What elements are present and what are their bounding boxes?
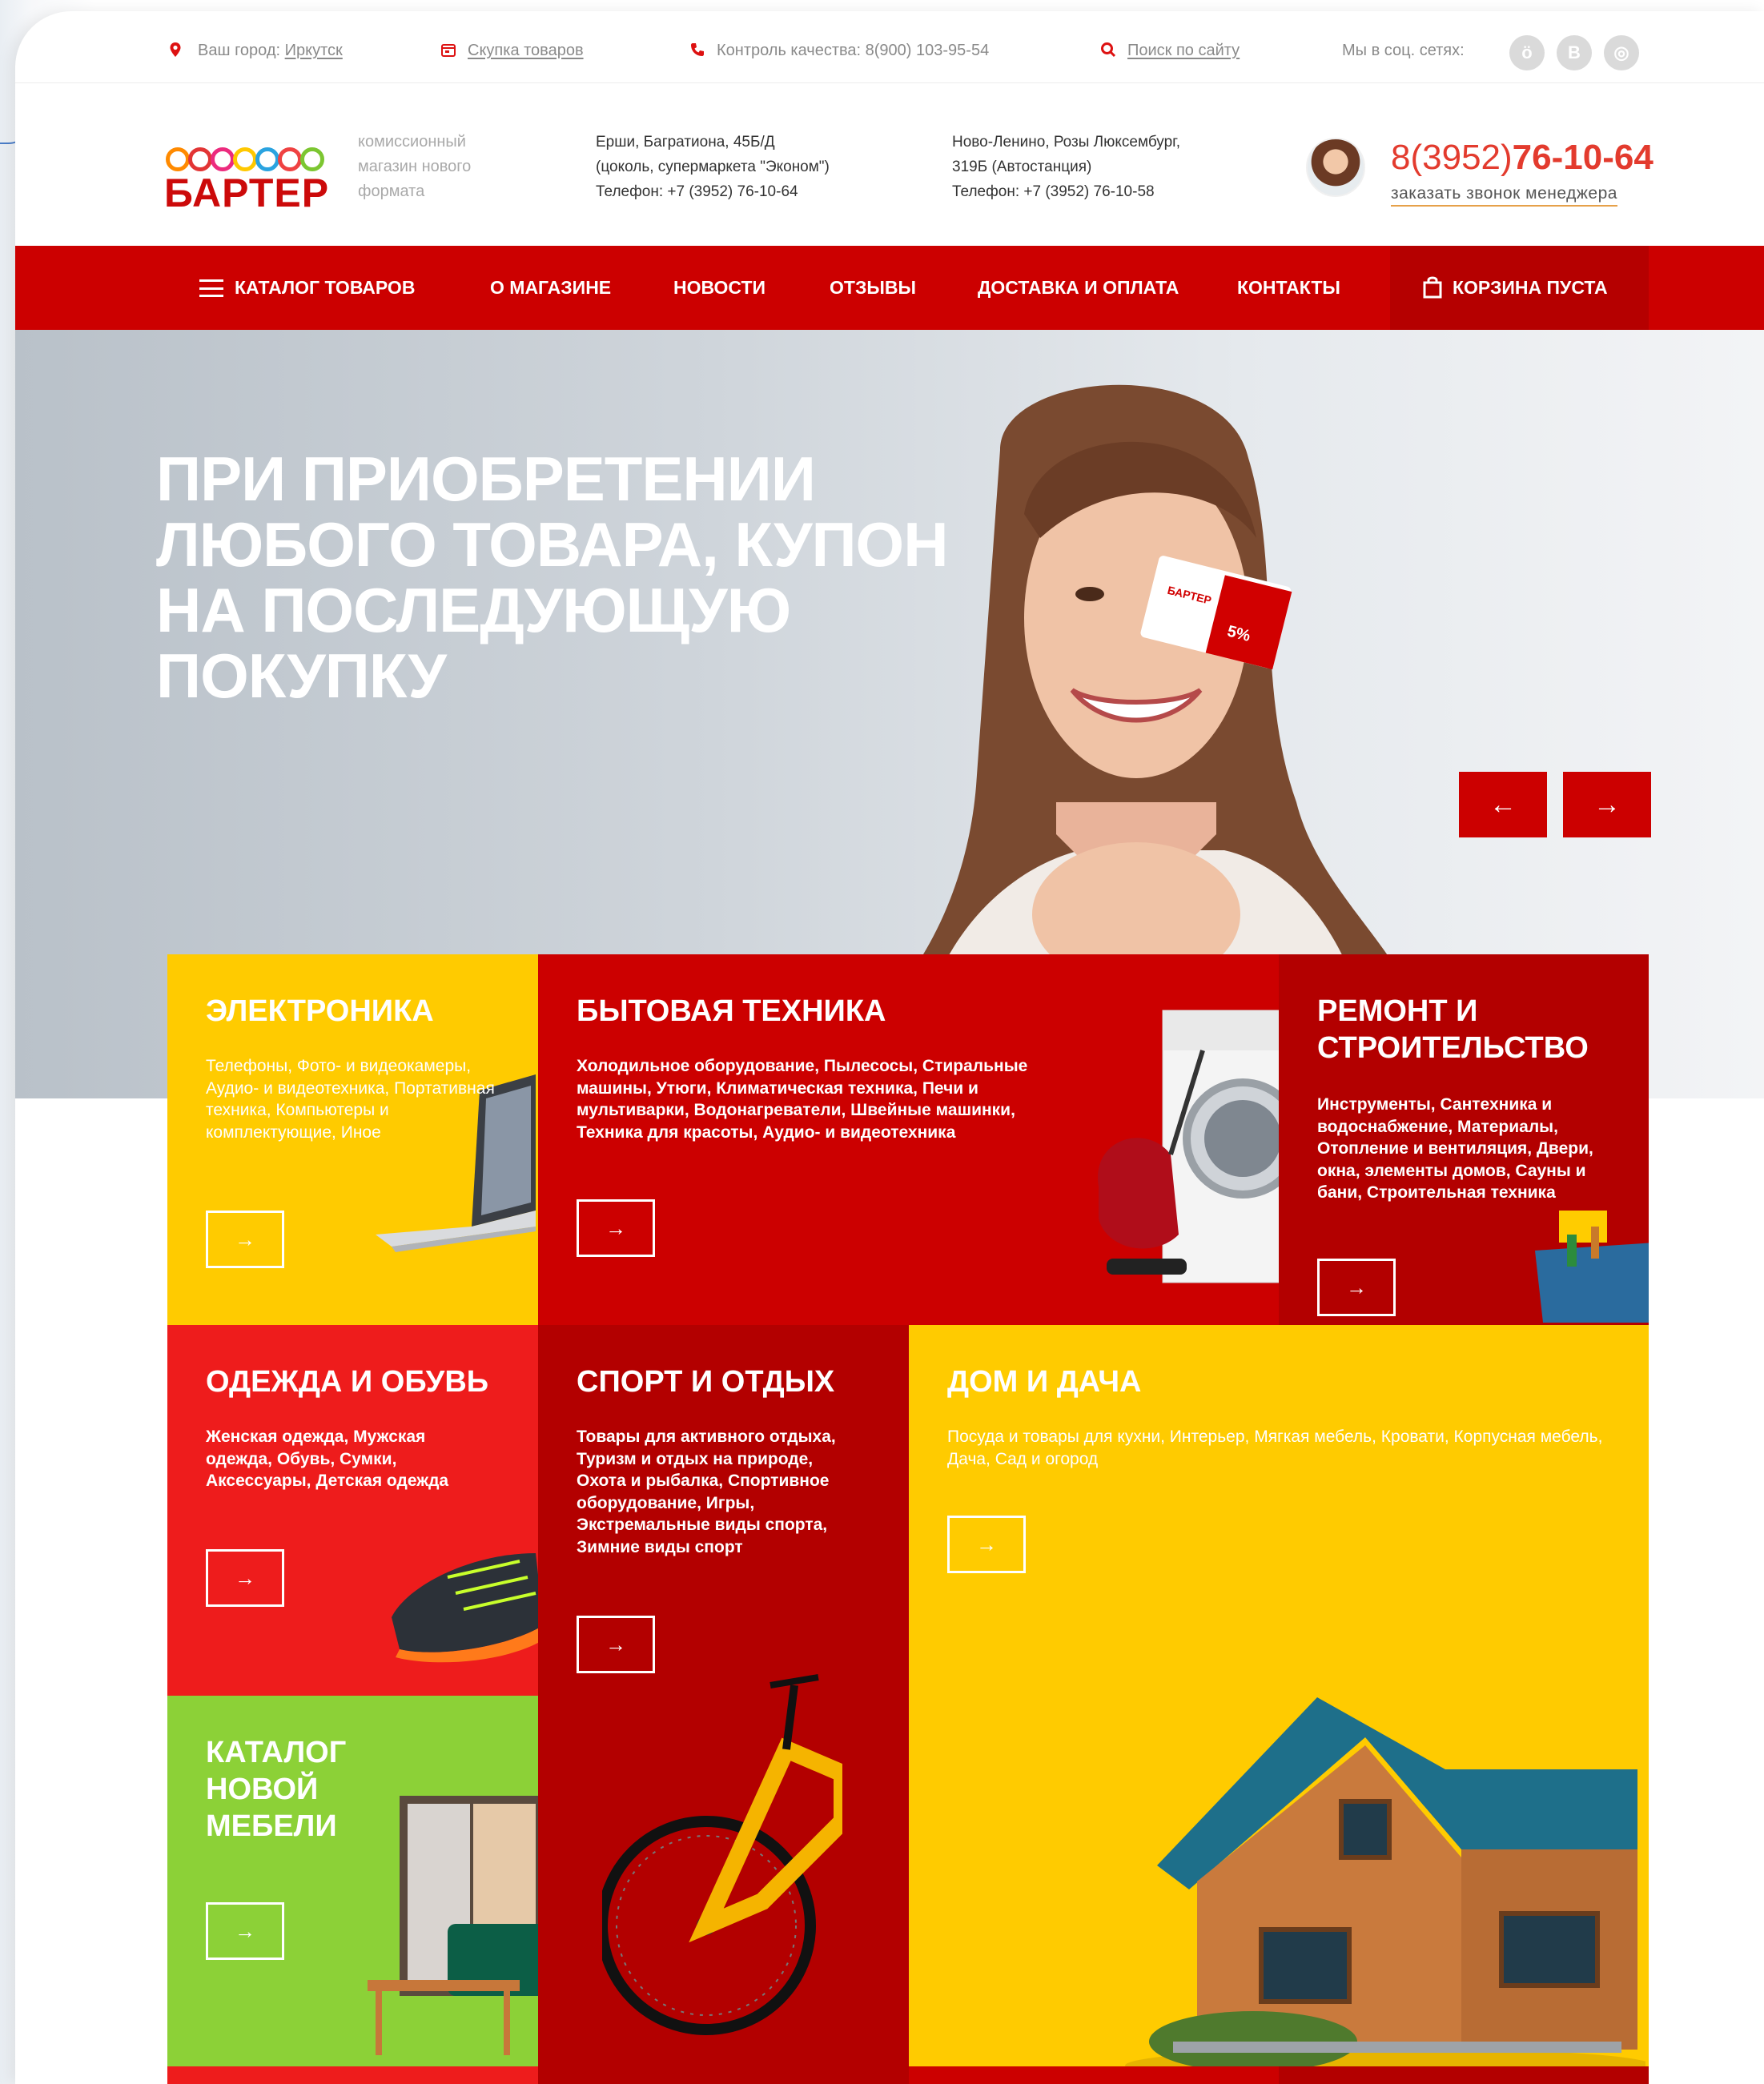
appliances-desc: Холодильное оборудование, Пылесосы, Стир… xyxy=(577,1057,1028,1142)
repair-desc: Инструменты, Сантехника и водоснабжение,… xyxy=(1317,1095,1593,1202)
next-row-tile-2 xyxy=(909,2066,1279,2084)
search-link[interactable]: Поиск по сайту xyxy=(1127,42,1240,59)
nav-reviews[interactable]: ОТЗЫВЫ xyxy=(830,246,916,330)
main-phone[interactable]: 8(3952)76-10-64 xyxy=(1391,138,1653,178)
furniture-arrow-button[interactable]: → xyxy=(206,1902,284,1960)
nav-delivery[interactable]: ДОСТАВКА И ОПЛАТА xyxy=(978,246,1179,330)
logo-text[interactable]: БАРТЕР xyxy=(164,170,329,216)
phone-icon xyxy=(691,43,704,56)
tagline: комиссионный магазин нового формата xyxy=(358,133,472,200)
phone-number: 76-10-64 xyxy=(1512,138,1653,177)
next-row-tile-3 xyxy=(1279,2066,1649,2084)
furniture-image xyxy=(368,1796,538,2055)
instagram-icon[interactable]: ◎ xyxy=(1604,35,1639,70)
toolbox-image xyxy=(1535,1211,1649,1323)
social-label: Мы в соц. сетях: xyxy=(1342,42,1465,59)
vkontakte-icon[interactable]: В xyxy=(1557,35,1592,70)
location-pin-icon xyxy=(170,42,181,57)
menu-icon xyxy=(199,279,223,297)
quality-control: Контроль качества: 8(900) 103-95-54 xyxy=(689,42,989,60)
next-row-tile-1 xyxy=(167,2066,538,2084)
nav-about[interactable]: О МАГАЗИНЕ xyxy=(490,246,611,330)
clothes-arrow-button[interactable]: → xyxy=(206,1549,284,1607)
manager-avatar xyxy=(1306,138,1365,197)
category-sport[interactable]: СПОРТ И ОТДЫХ Товары для активного отдых… xyxy=(538,1325,909,2084)
buyout-link[interactable]: Скупка товаров xyxy=(468,42,584,59)
electronics-desc: Телефоны, Фото- и видеокамеры, Аудио- и … xyxy=(206,1057,495,1142)
callback-link[interactable]: заказать звонок менеджера xyxy=(1391,184,1617,207)
clothes-title: ОДЕЖДА И ОБУВЬ xyxy=(206,1365,489,1399)
site-header: БАРТЕР комиссионный магазин нового форма… xyxy=(15,83,1764,246)
slider-prev-button[interactable]: ← xyxy=(1459,772,1547,837)
site-search[interactable]: Поиск по сайту xyxy=(1100,42,1240,60)
category-repair[interactable]: РЕМОНТ И СТРОИТЕЛЬСТВО Инструменты, Сант… xyxy=(1279,954,1649,1325)
bicycle-image xyxy=(602,1674,842,2035)
nav-catalog[interactable]: КАТАЛОГ ТОВАРОВ xyxy=(199,246,415,330)
electronics-title: ЭЛЕКТРОНИКА xyxy=(206,994,434,1028)
browser-window: Ваш город: Иркутск Скупка товаров Контро… xyxy=(15,11,1764,2084)
furniture-title: КАТАЛОГ НОВОЙ МЕБЕЛИ xyxy=(206,1736,347,1843)
washing-machine-image xyxy=(1098,1010,1279,1283)
sneaker-image xyxy=(392,1553,538,1663)
search-icon[interactable] xyxy=(1100,42,1116,58)
address-ershi: Ерши, Багратиона, 45Б/Д (цоколь, суперма… xyxy=(596,134,830,200)
home-desc: Посуда и товары для кухни, Интерьер, Мяг… xyxy=(947,1427,1603,1468)
category-appliances[interactable]: БЫТОВАЯ ТЕХНИКА Холодильное оборудование… xyxy=(538,954,1279,1325)
electronics-arrow-button[interactable]: → xyxy=(206,1211,284,1268)
category-clothes[interactable]: ОДЕЖДА И ОБУВЬ Женская одежда, Мужская о… xyxy=(167,1325,538,1696)
hero-title: ПРИ ПРИОБРЕТЕНИИ ЛЮБОГО ТОВАРА, КУПОН НА… xyxy=(156,444,949,711)
buyout-item[interactable]: Скупка товаров xyxy=(440,42,584,60)
cart-link[interactable]: КОРЗИНА ПУСТА xyxy=(1422,246,1608,330)
clothes-desc: Женская одежда, Мужская одежда, Обувь, С… xyxy=(206,1427,449,1490)
shopping-bag-icon xyxy=(1423,276,1442,299)
city-value-link[interactable]: Иркутск xyxy=(285,42,343,59)
address-novo-lenino: Ново-Ленино, Розы Люксембург, 319Б (Авто… xyxy=(952,134,1181,200)
appliances-title: БЫТОВАЯ ТЕХНИКА xyxy=(577,994,886,1028)
main-nav: КАТАЛОГ ТОВАРОВ О МАГАЗИНЕ НОВОСТИ ОТЗЫВ… xyxy=(15,246,1764,330)
repair-title: РЕМОНТ И СТРОИТЕЛЬСТВО xyxy=(1317,994,1589,1065)
city-label: Ваш город: xyxy=(198,42,281,59)
sport-title: СПОРТ И ОТДЫХ xyxy=(577,1365,835,1399)
slider-next-button[interactable]: → xyxy=(1563,772,1651,837)
category-furniture[interactable]: КАТАЛОГ НОВОЙ МЕБЕЛИ → xyxy=(167,1696,538,2066)
top-bar: Ваш город: Иркутск Скупка товаров Контро… xyxy=(15,11,1764,83)
phone-prefix: 8(3952) xyxy=(1391,138,1513,177)
repair-arrow-button[interactable]: → xyxy=(1317,1259,1396,1316)
appliances-arrow-button[interactable]: → xyxy=(577,1199,655,1257)
nav-catalog-label: КАТАЛОГ ТОВАРОВ xyxy=(235,277,416,298)
home-title: ДОМ И ДАЧА xyxy=(947,1365,1142,1399)
nav-contacts[interactable]: КОНТАКТЫ xyxy=(1237,246,1340,330)
quality-control-text: Контроль качества: 8(900) 103-95-54 xyxy=(717,42,990,59)
sport-desc: Товары для активного отдыха, Туризм и от… xyxy=(577,1427,836,1556)
calendar-icon xyxy=(441,44,456,57)
nav-news[interactable]: НОВОСТИ xyxy=(673,246,765,330)
cart-button[interactable]: КОРЗИНА ПУСТА xyxy=(1390,246,1649,330)
category-home[interactable]: ДОМ И ДАЧА Посуда и товары для кухни, Ин… xyxy=(909,1325,1649,2084)
house-image xyxy=(1125,1697,1645,2082)
category-electronics[interactable]: ЭЛЕКТРОНИКА Телефоны, Фото- и видеокамер… xyxy=(167,954,538,1325)
sport-arrow-button[interactable]: → xyxy=(577,1616,655,1673)
home-arrow-button[interactable]: → xyxy=(947,1516,1026,1573)
odnoklassniki-icon[interactable]: ö xyxy=(1509,35,1545,70)
cart-label: КОРЗИНА ПУСТА xyxy=(1453,277,1608,298)
city-selector[interactable]: Ваш город: Иркутск xyxy=(167,42,343,60)
